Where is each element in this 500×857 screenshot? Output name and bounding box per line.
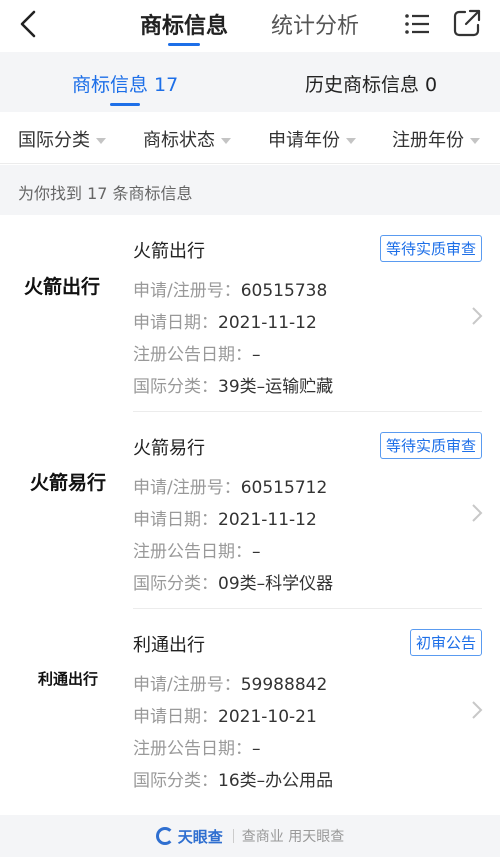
filter-label: 商标状态 — [143, 130, 215, 151]
apply-date-row: 申请日期：2021-11-12 — [133, 308, 317, 333]
field-label: 申请/注册号： — [133, 675, 241, 695]
brand-eye-icon — [155, 827, 174, 845]
announce-date-row: 注册公告日期：– — [133, 734, 261, 759]
field-value: 59988842 — [240, 675, 328, 695]
field-label: 申请日期： — [133, 313, 218, 333]
active-subtab-indicator — [110, 103, 140, 106]
brand-logo: 天眼查 — [155, 826, 223, 847]
field-value: – — [252, 739, 261, 759]
caret-down-icon — [346, 137, 356, 144]
field-value: 2021-11-12 — [218, 510, 317, 530]
field-value: 39类–运输贮藏 — [218, 377, 334, 397]
filter-intl-class[interactable]: 国际分类 — [18, 126, 106, 152]
field-label: 国际分类： — [133, 771, 218, 791]
chevron-right-icon — [472, 701, 483, 719]
field-label: 注册公告日期： — [133, 542, 252, 562]
field-value: 16类–办公用品 — [218, 771, 334, 791]
intl-class-row: 国际分类：39类–运输贮藏 — [133, 372, 333, 397]
footer-watermark: 天眼查 查商业 用天眼查 — [0, 815, 500, 857]
trademark-logo: 利通出行 — [38, 670, 99, 688]
field-value: 09类–科学仪器 — [218, 574, 334, 594]
filter-status[interactable]: 商标状态 — [143, 126, 231, 152]
filter-register-year[interactable]: 注册年份 — [392, 126, 480, 152]
field-value: 2021-11-12 — [218, 313, 317, 333]
status-badge: 初审公告 — [409, 629, 482, 656]
trademark-name: 火箭易行 — [133, 438, 205, 459]
caret-down-icon — [470, 137, 480, 144]
filter-label: 申请年份 — [268, 130, 340, 151]
trademark-card[interactable]: 火箭易行 火箭易行 等待实质审查 申请/注册号：60515712 申请日期：20… — [0, 412, 500, 609]
menu-icon[interactable] — [403, 10, 431, 38]
reg-no-row: 申请/注册号：59988842 — [133, 670, 327, 695]
apply-date-row: 申请日期：2021-11-12 — [133, 505, 317, 530]
trademark-name: 火箭出行 — [133, 241, 205, 262]
field-label: 国际分类： — [133, 377, 218, 397]
field-value: 60515738 — [240, 281, 328, 301]
reg-no-row: 申请/注册号：60515712 — [133, 473, 327, 498]
field-label: 申请/注册号： — [133, 281, 241, 301]
apply-date-row: 申请日期：2021-10-21 — [133, 702, 317, 727]
intl-class-row: 国际分类：09类–科学仪器 — [133, 569, 333, 594]
trademark-name: 利通出行 — [133, 635, 205, 656]
tab-statistics[interactable]: 统计分析 — [271, 8, 359, 40]
announce-date-row: 注册公告日期：– — [133, 537, 261, 562]
chevron-right-icon — [472, 504, 483, 522]
announce-date-row: 注册公告日期：– — [133, 340, 261, 365]
result-count-text: 为你找到 17 条商标信息 — [0, 165, 500, 215]
trademark-card[interactable]: 利通出行 利通出行 初审公告 申请/注册号：59988842 申请日期：2021… — [0, 609, 500, 806]
field-label: 注册公告日期： — [133, 345, 252, 365]
status-badge: 等待实质审查 — [379, 235, 482, 262]
field-value: – — [252, 345, 261, 365]
trademark-logo: 火箭易行 — [30, 472, 107, 494]
field-value: 60515712 — [240, 478, 328, 498]
divider — [232, 829, 234, 843]
caret-down-icon — [221, 137, 231, 144]
field-label: 申请/注册号： — [133, 478, 241, 498]
field-value: – — [252, 542, 261, 562]
subtab-history-trademarks[interactable]: 历史商标信息 0 — [305, 70, 437, 97]
chevron-right-icon — [472, 307, 483, 325]
field-label: 申请日期： — [133, 510, 218, 530]
brand-name: 天眼查 — [177, 827, 223, 846]
caret-down-icon — [96, 137, 106, 144]
back-arrow-icon[interactable] — [14, 9, 42, 39]
filter-label: 注册年份 — [392, 130, 464, 151]
share-icon[interactable] — [452, 8, 482, 38]
active-tab-indicator — [168, 43, 200, 46]
filter-bar: 国际分类 商标状态 申请年份 注册年份 — [0, 112, 500, 164]
field-label: 国际分类： — [133, 574, 218, 594]
trademark-logo: 火箭出行 — [24, 276, 101, 298]
top-navigation-bar: 商标信息 统计分析 — [0, 0, 500, 52]
brand-slogan: 查商业 用天眼查 — [241, 829, 345, 845]
field-value: 2021-10-21 — [218, 707, 317, 727]
filter-label: 国际分类 — [18, 130, 90, 151]
reg-no-row: 申请/注册号：60515738 — [133, 276, 327, 301]
trademark-card[interactable]: 火箭出行 火箭出行 等待实质审查 申请/注册号：60515738 申请日期：20… — [0, 215, 500, 412]
field-label: 申请日期： — [133, 707, 218, 727]
intl-class-row: 国际分类：16类–办公用品 — [133, 766, 333, 791]
subtab-current-trademarks[interactable]: 商标信息 17 — [72, 70, 178, 97]
field-label: 注册公告日期： — [133, 739, 252, 759]
tab-trademark-info[interactable]: 商标信息 — [140, 8, 228, 40]
subtab-bar: 商标信息 17 历史商标信息 0 — [0, 52, 500, 112]
filter-apply-year[interactable]: 申请年份 — [268, 126, 356, 152]
status-badge: 等待实质审查 — [379, 432, 482, 459]
